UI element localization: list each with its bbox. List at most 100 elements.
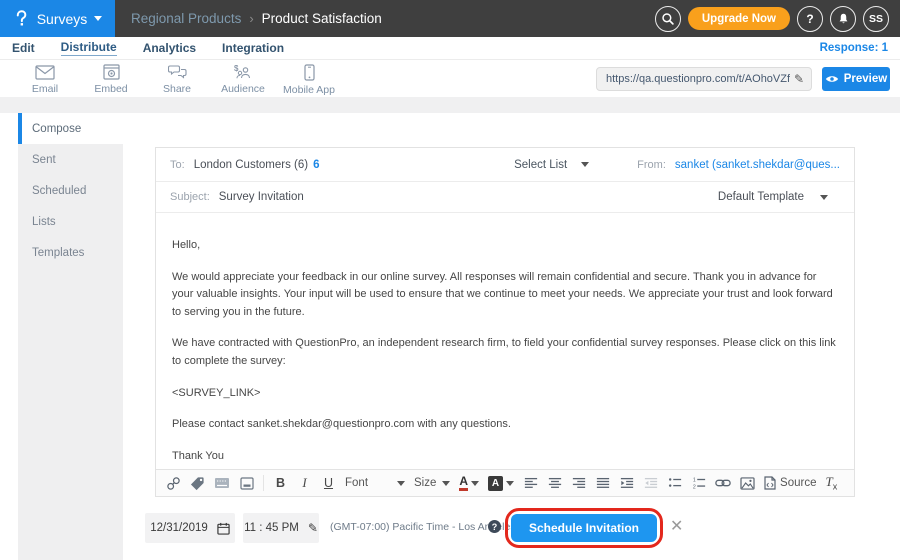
channel-label: Mobile App bbox=[283, 84, 335, 96]
background-color-button[interactable]: A bbox=[488, 476, 514, 491]
survey-url-input[interactable] bbox=[597, 73, 794, 85]
from-group: From: sanket (sanket.shekdar@ques... bbox=[637, 159, 840, 171]
tab-analytics[interactable]: Analytics bbox=[143, 41, 196, 56]
edit-url-pencil-icon[interactable]: ✎ bbox=[794, 72, 811, 86]
tab-distribute[interactable]: Distribute bbox=[61, 40, 117, 56]
template-dropdown[interactable]: Default Template bbox=[718, 191, 828, 203]
text-color-letter: A bbox=[459, 475, 468, 491]
tab-edit[interactable]: Edit bbox=[12, 41, 35, 56]
breadcrumb-folder[interactable]: Regional Products bbox=[131, 11, 241, 26]
top-header: Surveys Regional Products › Product Sati… bbox=[0, 0, 900, 37]
underline-button[interactable]: U bbox=[321, 473, 336, 493]
avatar-initials: SS bbox=[869, 13, 883, 25]
surveys-menu-label: Surveys bbox=[37, 11, 88, 27]
subject-value[interactable]: Survey Invitation bbox=[219, 191, 304, 203]
size-dropdown[interactable]: Size bbox=[414, 477, 450, 489]
to-value[interactable]: London Customers (6) bbox=[194, 159, 308, 171]
keyboard-icon[interactable] bbox=[214, 473, 230, 493]
button-widget-icon[interactable] bbox=[239, 473, 254, 493]
sidebar-item-scheduled[interactable]: Scheduled bbox=[18, 175, 123, 206]
help-button[interactable]: ? bbox=[797, 6, 823, 32]
search-button[interactable] bbox=[655, 6, 681, 32]
date-picker[interactable]: 12/31/2019 bbox=[145, 513, 235, 543]
share-icon bbox=[168, 64, 187, 80]
embed-icon bbox=[103, 64, 120, 80]
template-label: Default Template bbox=[718, 191, 804, 203]
to-row: To: London Customers (6) 6 Select List F… bbox=[156, 148, 854, 182]
preview-button[interactable]: Preview bbox=[822, 67, 890, 91]
from-label: From: bbox=[637, 159, 666, 171]
sidebar-item-sent[interactable]: Sent bbox=[18, 144, 123, 175]
align-left-icon[interactable] bbox=[523, 473, 538, 493]
subject-label: Subject: bbox=[170, 191, 210, 203]
numbered-list-icon[interactable]: 12 bbox=[691, 473, 706, 493]
fill-color-letter: A bbox=[488, 476, 503, 491]
outdent-icon-disabled[interactable] bbox=[643, 473, 658, 493]
recipient-count[interactable]: 6 bbox=[313, 159, 319, 171]
bulleted-list-icon[interactable] bbox=[667, 473, 682, 493]
close-icon[interactable]: ✕ bbox=[670, 518, 683, 534]
insert-image-icon[interactable] bbox=[740, 473, 755, 493]
sidebar-item-templates[interactable]: Templates bbox=[18, 237, 123, 268]
questionpro-logo-icon bbox=[13, 9, 30, 28]
channel-email[interactable]: Email bbox=[12, 65, 78, 95]
email-icon bbox=[35, 65, 55, 80]
channel-label: Email bbox=[32, 83, 58, 95]
header-actions: Upgrade Now ? SS bbox=[655, 6, 900, 32]
timezone-help-badge[interactable]: ? bbox=[488, 520, 501, 533]
svg-text:1: 1 bbox=[692, 477, 695, 483]
time-value: 11 : 45 PM bbox=[244, 522, 299, 534]
notifications-button[interactable] bbox=[830, 6, 856, 32]
time-picker[interactable]: 11 : 45 PM ✎ bbox=[243, 513, 319, 543]
bold-button[interactable]: B bbox=[273, 473, 288, 493]
user-avatar[interactable]: SS bbox=[863, 6, 889, 32]
from-value[interactable]: sanket (sanket.shekdar@ques... bbox=[675, 159, 840, 171]
response-count[interactable]: Response: 1 bbox=[820, 42, 888, 54]
font-dropdown[interactable]: Font bbox=[345, 477, 405, 489]
compose-sidebar: Compose Sent Scheduled Lists Templates bbox=[18, 113, 123, 560]
text-color-button[interactable]: A bbox=[459, 475, 479, 491]
channel-mobile-app[interactable]: Mobile App bbox=[276, 64, 342, 96]
align-right-icon[interactable] bbox=[571, 473, 586, 493]
surveys-menu[interactable]: Surveys bbox=[0, 0, 115, 37]
align-center-icon[interactable] bbox=[547, 473, 562, 493]
align-justify-icon[interactable] bbox=[595, 473, 610, 493]
email-body-editor[interactable]: Hello, We would appreciate your feedback… bbox=[156, 213, 854, 469]
hyperlink-chain-icon[interactable] bbox=[715, 473, 731, 493]
indent-icon[interactable] bbox=[619, 473, 634, 493]
upgrade-now-button[interactable]: Upgrade Now bbox=[688, 7, 790, 30]
calendar-icon bbox=[217, 522, 230, 535]
channel-share[interactable]: Share bbox=[144, 64, 210, 95]
chevron-down-icon bbox=[471, 481, 479, 486]
select-list-dropdown[interactable]: Select List bbox=[514, 159, 589, 171]
chevron-down-icon bbox=[581, 162, 589, 167]
channel-label: Embed bbox=[94, 83, 127, 95]
font-dropdown-label: Font bbox=[345, 477, 368, 489]
channel-label: Share bbox=[163, 83, 191, 95]
date-value: 12/31/2019 bbox=[150, 522, 208, 534]
svg-text:2: 2 bbox=[692, 484, 695, 490]
remove-format-x: x bbox=[833, 482, 838, 492]
remove-format-button[interactable]: Tx bbox=[825, 474, 837, 491]
breadcrumb: Regional Products › Product Satisfaction bbox=[131, 11, 382, 26]
insert-link-rings-icon[interactable] bbox=[166, 473, 181, 493]
channel-embed[interactable]: Embed bbox=[78, 64, 144, 95]
chevron-down-icon bbox=[94, 16, 102, 21]
bell-icon bbox=[837, 12, 850, 26]
breadcrumb-separator: › bbox=[249, 11, 253, 26]
section-divider bbox=[0, 97, 900, 113]
tag-icon[interactable] bbox=[190, 473, 205, 493]
italic-button[interactable]: I bbox=[297, 473, 312, 493]
chevron-down-icon bbox=[397, 481, 405, 486]
schedule-invitation-button[interactable]: Schedule Invitation bbox=[511, 514, 657, 542]
highlight-ring: Schedule Invitation bbox=[505, 508, 663, 548]
survey-nav: Edit Distribute Analytics Integration Re… bbox=[0, 37, 900, 60]
sidebar-item-compose[interactable]: Compose bbox=[18, 113, 123, 144]
tab-integration[interactable]: Integration bbox=[222, 41, 284, 56]
questionpro-app: Surveys Regional Products › Product Sati… bbox=[0, 0, 900, 560]
body-paragraph: <SURVEY_LINK> bbox=[172, 385, 838, 403]
source-button[interactable]: Source bbox=[764, 476, 816, 490]
channel-audience[interactable]: $ Audience bbox=[210, 64, 276, 95]
sidebar-item-lists[interactable]: Lists bbox=[18, 206, 123, 237]
breadcrumb-survey-name: Product Satisfaction bbox=[262, 11, 382, 26]
